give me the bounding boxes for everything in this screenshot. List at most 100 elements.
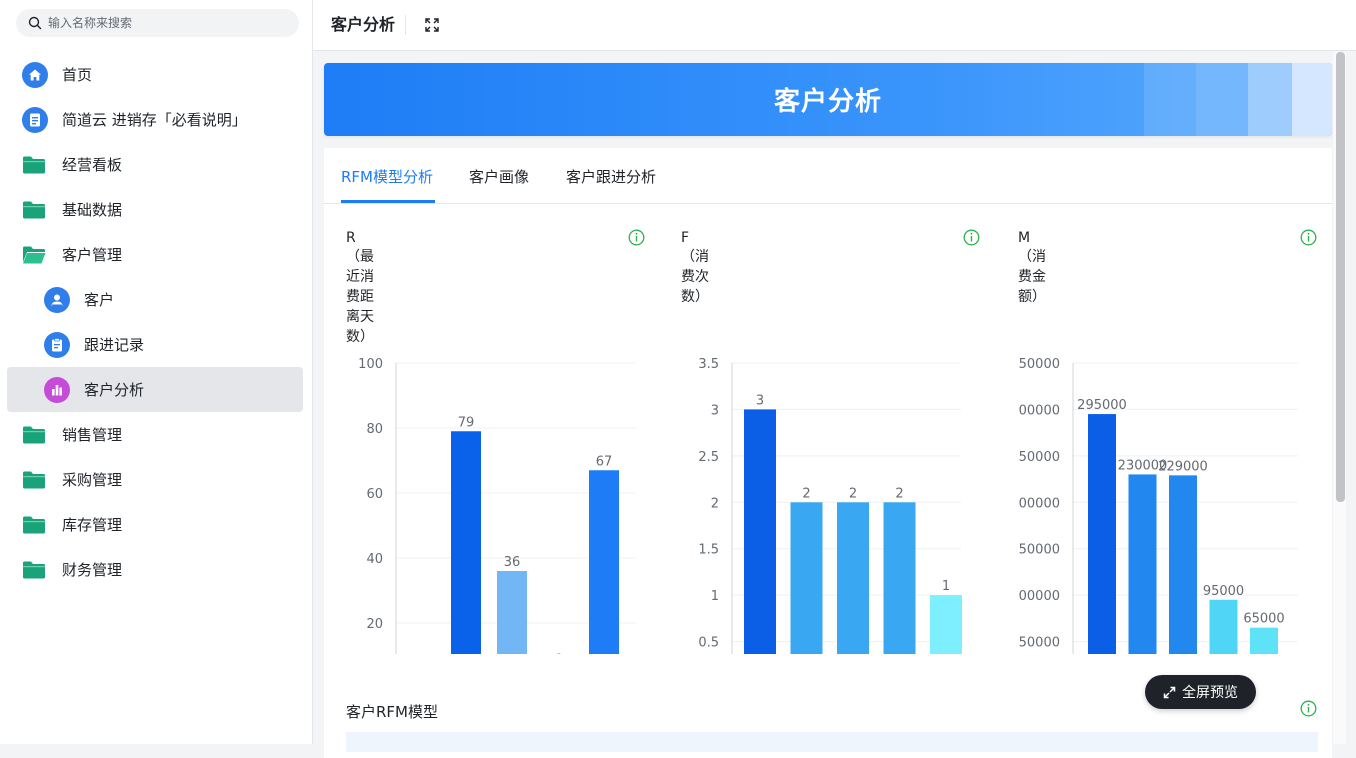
sidebar-item-customer[interactable]: 客户 bbox=[0, 277, 313, 322]
sidebar-item-dashboard[interactable]: 经营看板 bbox=[0, 142, 313, 187]
folder-icon bbox=[22, 557, 46, 583]
bar bbox=[744, 409, 776, 654]
sidebar-item-label: 简道云 进销存「必看说明」 bbox=[62, 111, 247, 129]
tab-active-indicator bbox=[341, 200, 435, 203]
sidebar-item-label: 跟进记录 bbox=[84, 336, 145, 354]
y-tick-label: 200000 bbox=[1018, 496, 1060, 511]
y-tick-label: 20 bbox=[366, 617, 383, 632]
search-input[interactable] bbox=[48, 16, 288, 30]
user-icon bbox=[44, 286, 70, 313]
bar bbox=[1209, 599, 1238, 654]
expand-icon[interactable] bbox=[424, 17, 440, 33]
data-label: 295000 bbox=[1077, 398, 1127, 413]
bar bbox=[930, 595, 962, 654]
folder-open-icon bbox=[22, 242, 46, 268]
folder-icon bbox=[22, 512, 46, 538]
page-title: 客户分析 bbox=[331, 15, 407, 35]
fullscreen-preview-label: 全屏预览 bbox=[1182, 685, 1238, 701]
data-label: 1 bbox=[942, 579, 950, 594]
y-tick-label: 40 bbox=[366, 552, 383, 567]
folder-icon bbox=[22, 467, 46, 493]
sidebar-item-label: 销售管理 bbox=[62, 426, 123, 444]
scrollbar-thumb[interactable] bbox=[1336, 52, 1345, 502]
y-tick-label: 1 bbox=[711, 589, 719, 604]
tab-customer-profile[interactable]: 客户画像 bbox=[469, 166, 529, 187]
tab-bar: RFM模型分析 客户画像 客户跟进分析 bbox=[324, 148, 1332, 204]
document-icon bbox=[22, 106, 48, 133]
bar bbox=[451, 431, 481, 654]
header: 客户分析 bbox=[313, 0, 1356, 51]
y-tick-label: 350000 bbox=[1018, 357, 1060, 372]
fullscreen-icon bbox=[1163, 686, 1176, 698]
sidebar-item-sales-mgmt[interactable]: 销售管理 bbox=[0, 412, 313, 457]
y-tick-label: 300000 bbox=[1018, 403, 1060, 418]
y-tick-label: 250000 bbox=[1018, 450, 1060, 465]
bar bbox=[883, 502, 916, 654]
y-tick-label: 50000 bbox=[1019, 636, 1060, 651]
sidebar: 首页 简道云 进销存「必看说明」 经营看板 基础数据 客户管理 客户 bbox=[0, 0, 313, 744]
sidebar-item-label: 客户 bbox=[84, 291, 115, 309]
y-tick-label: 150000 bbox=[1018, 543, 1060, 558]
banner: 客户分析 bbox=[324, 63, 1332, 136]
data-label: 2 bbox=[895, 486, 903, 501]
data-label: 36 bbox=[504, 555, 521, 570]
info-icon[interactable] bbox=[1300, 700, 1317, 717]
data-label: 2 bbox=[849, 486, 857, 501]
folder-icon bbox=[22, 422, 46, 448]
sidebar-item-purchase-mgmt[interactable]: 采购管理 bbox=[0, 457, 313, 502]
main-content: 客户分析 RFM模型分析 客户画像 客户跟进分析 R（最近消费距离天数） 020… bbox=[313, 52, 1356, 758]
sidebar-item-label: 经营看板 bbox=[62, 156, 123, 174]
data-label: 79 bbox=[458, 415, 475, 430]
folder-icon bbox=[22, 197, 46, 223]
data-label: 6 bbox=[554, 653, 562, 655]
banner-title: 客户分析 bbox=[773, 87, 882, 117]
home-icon bbox=[22, 61, 48, 88]
data-label: 95000 bbox=[1203, 584, 1244, 599]
rfm-table-header bbox=[346, 732, 1318, 752]
data-label: 3 bbox=[756, 393, 764, 408]
sidebar-item-label: 客户分析 bbox=[84, 381, 145, 399]
sidebar-item-customer-mgmt[interactable]: 客户管理 bbox=[0, 232, 313, 277]
bar bbox=[1250, 627, 1278, 654]
data-label: 2 bbox=[802, 486, 810, 501]
y-tick-label: 1.5 bbox=[698, 543, 719, 558]
y-tick-label: 100 bbox=[358, 357, 383, 372]
sidebar-item-label: 库存管理 bbox=[62, 516, 123, 534]
fullscreen-preview-button[interactable]: 全屏预览 bbox=[1145, 675, 1256, 709]
search-icon bbox=[28, 16, 42, 30]
bar bbox=[1128, 474, 1157, 654]
sidebar-item-label: 采购管理 bbox=[62, 471, 123, 489]
sidebar-item-customer-analysis[interactable]: 客户分析 bbox=[7, 367, 303, 412]
tab-followup-analysis[interactable]: 客户跟进分析 bbox=[566, 166, 656, 187]
data-label: 229000 bbox=[1158, 459, 1208, 474]
sidebar-item-guide[interactable]: 简道云 进销存「必看说明」 bbox=[0, 97, 313, 142]
sidebar-item-label: 客户管理 bbox=[62, 246, 123, 264]
bar bbox=[790, 502, 823, 654]
bar bbox=[1088, 414, 1116, 654]
y-tick-label: 80 bbox=[366, 422, 383, 437]
tab-rfm[interactable]: RFM模型分析 bbox=[341, 166, 433, 187]
bar bbox=[497, 571, 527, 654]
folder-icon bbox=[22, 152, 46, 178]
dashboard-panel: RFM模型分析 客户画像 客户跟进分析 R（最近消费距离天数） 02040608… bbox=[324, 148, 1332, 758]
bar bbox=[589, 470, 619, 654]
clipboard-icon bbox=[44, 331, 70, 358]
y-tick-label: 100000 bbox=[1018, 589, 1060, 604]
y-tick-label: 3.5 bbox=[698, 357, 719, 372]
sidebar-item-followup[interactable]: 跟进记录 bbox=[0, 322, 313, 367]
sidebar-item-inventory-mgmt[interactable]: 库存管理 bbox=[0, 502, 313, 547]
data-label: 67 bbox=[596, 454, 613, 469]
sidebar-item-label: 基础数据 bbox=[62, 201, 123, 219]
sidebar-item-label: 首页 bbox=[62, 66, 93, 84]
sidebar-item-base-data[interactable]: 基础数据 bbox=[0, 187, 313, 232]
data-label: 65000 bbox=[1243, 612, 1284, 627]
y-tick-label: 2 bbox=[711, 496, 719, 511]
sidebar-item-home[interactable]: 首页 bbox=[0, 52, 313, 97]
search-box[interactable] bbox=[16, 9, 299, 37]
y-tick-label: 60 bbox=[366, 487, 383, 502]
bar bbox=[1169, 475, 1197, 654]
sidebar-item-finance-mgmt[interactable]: 财务管理 bbox=[0, 547, 313, 592]
section-title: 客户RFM模型 bbox=[346, 703, 438, 721]
bar-chart-icon bbox=[44, 376, 70, 403]
sidebar-nav: 首页 简道云 进销存「必看说明」 经营看板 基础数据 客户管理 客户 跟进记录 … bbox=[0, 52, 313, 592]
